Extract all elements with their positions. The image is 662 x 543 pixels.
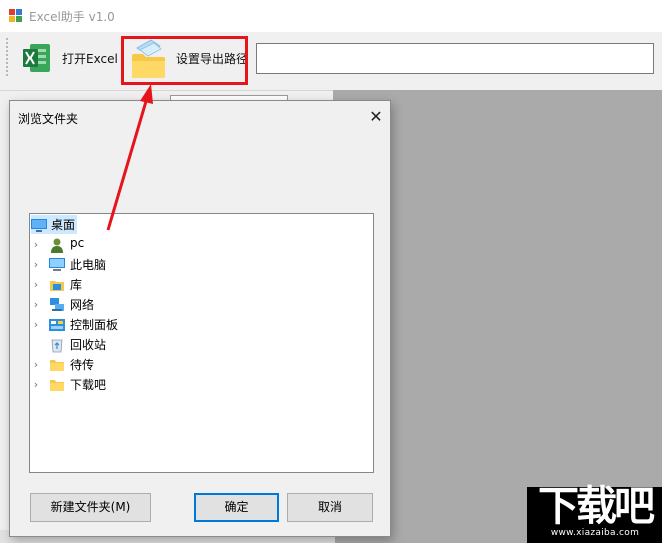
excel-icon[interactable] bbox=[22, 42, 52, 74]
chevron-right-icon[interactable]: › bbox=[31, 275, 41, 294]
tree-label-library[interactable]: 库 bbox=[70, 276, 82, 293]
library-icon bbox=[50, 281, 64, 291]
tree-label-this-pc[interactable]: 此电脑 bbox=[70, 256, 106, 273]
watermark-text: 下载吧 bbox=[538, 482, 655, 530]
close-icon[interactable]: ✕ bbox=[365, 106, 387, 128]
tree-label-network[interactable]: 网络 bbox=[70, 296, 94, 313]
ok-button[interactable]: 确定 bbox=[194, 493, 279, 522]
user-icon bbox=[51, 238, 63, 253]
chevron-right-icon[interactable]: › bbox=[31, 355, 41, 374]
chevron-right-icon[interactable]: › bbox=[31, 295, 41, 314]
dialog-title: 浏览文件夹 bbox=[18, 112, 79, 126]
chevron-right-icon[interactable]: › bbox=[31, 375, 41, 394]
tree-label-xiazaiba[interactable]: 下载吧 bbox=[70, 376, 106, 393]
highlight-annotation bbox=[121, 36, 248, 85]
window-title: Excel助手 v1.0 bbox=[29, 10, 115, 24]
toolbar-grip[interactable] bbox=[6, 38, 8, 76]
recycle-bin-icon bbox=[51, 339, 63, 353]
tree-label-recycle-bin[interactable]: 回收站 bbox=[70, 336, 106, 353]
tree-label-control-panel[interactable]: 控制面板 bbox=[70, 316, 118, 333]
control-panel-icon bbox=[49, 319, 65, 331]
open-excel-button[interactable]: 打开Excel bbox=[62, 50, 118, 67]
folder-icon bbox=[50, 380, 64, 391]
chevron-right-icon[interactable]: › bbox=[31, 315, 41, 334]
app-icon bbox=[9, 9, 22, 22]
cancel-button[interactable]: 取消 bbox=[287, 493, 373, 522]
new-folder-button[interactable]: 新建文件夹(M) bbox=[30, 493, 151, 522]
export-path-input[interactable] bbox=[256, 43, 654, 74]
watermark-url: www.xiazaiba.com bbox=[550, 528, 640, 538]
tree-label-pc[interactable]: pc bbox=[70, 236, 84, 250]
chevron-right-icon[interactable]: › bbox=[31, 255, 41, 274]
folder-icon bbox=[50, 360, 64, 371]
computer-icon bbox=[49, 258, 65, 271]
tree-label-desktop: 桌面 bbox=[51, 218, 76, 232]
chevron-right-icon[interactable]: › bbox=[31, 235, 41, 254]
network-icon bbox=[50, 298, 64, 311]
desktop-icon bbox=[31, 219, 47, 232]
tree-label-pending[interactable]: 待传 bbox=[70, 356, 94, 373]
